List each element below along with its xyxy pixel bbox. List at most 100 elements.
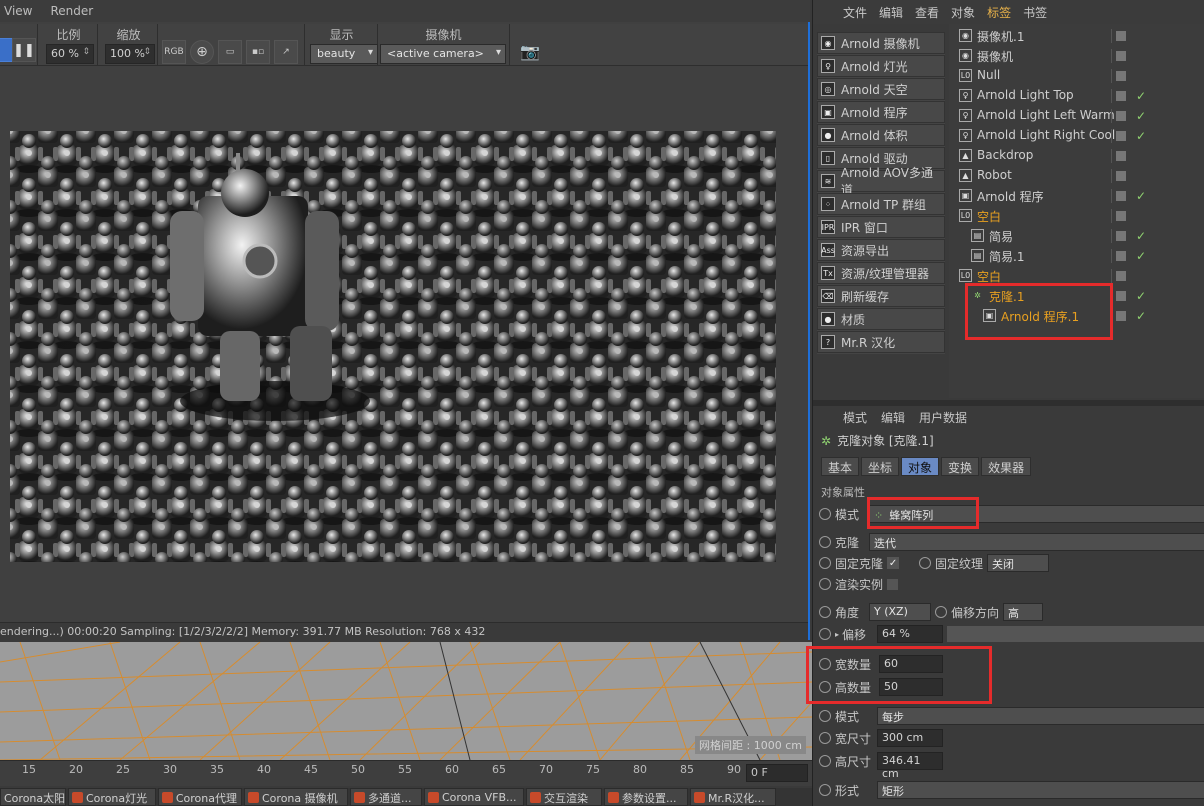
layer-swatch[interactable] <box>1116 311 1126 321</box>
arnold-item[interactable]: ? Mr.R 汉化 <box>817 331 945 353</box>
anim-radio[interactable] <box>819 606 831 618</box>
object-flags[interactable] <box>1111 69 1151 83</box>
layer-swatch[interactable] <box>1116 131 1126 141</box>
layer-swatch[interactable] <box>1116 251 1126 261</box>
task-multipass[interactable]: 多通道... <box>350 788 422 806</box>
object-flags[interactable]: ✓ <box>1111 249 1151 263</box>
tab-basic[interactable]: 基本 <box>821 457 860 476</box>
anim-radio[interactable] <box>819 784 831 796</box>
arnold-item[interactable]: IPR IPR 窗口 <box>817 216 945 238</box>
arnold-item[interactable]: ◉ Arnold 摄像机 <box>817 32 945 54</box>
fixed-texture-dropdown[interactable]: 关闭 <box>987 554 1049 572</box>
layer-swatch[interactable] <box>1116 71 1126 81</box>
task-corona-proxy[interactable]: Corona代理 <box>158 788 242 806</box>
object-flags[interactable]: ✓ <box>1111 289 1151 303</box>
layer-swatch[interactable] <box>1116 31 1126 41</box>
object-row[interactable]: ▲ Robot <box>949 166 1204 186</box>
enabled-check-icon[interactable]: ✓ <box>1136 309 1146 323</box>
object-flags[interactable]: ✓ <box>1111 109 1151 123</box>
menu-mode[interactable]: 模式 <box>843 409 867 426</box>
angle-dropdown[interactable]: Y (XZ) <box>869 603 931 621</box>
layer-swatch[interactable] <box>1116 171 1126 181</box>
object-flags[interactable] <box>1111 49 1151 63</box>
arnold-item[interactable]: ⁘ Arnold TP 群组 <box>817 193 945 215</box>
layer-swatch[interactable] <box>1116 111 1126 121</box>
layer-swatch[interactable] <box>1116 51 1126 61</box>
arnold-item[interactable]: Ass 资源导出 <box>817 239 945 261</box>
object-row[interactable]: ♀ Arnold Light Right Cool ✓ <box>949 126 1204 146</box>
arnold-item[interactable]: ◎ Arnold 天空 <box>817 78 945 100</box>
enabled-check-icon[interactable]: ✓ <box>1136 189 1146 203</box>
menu-userdata[interactable]: 用户数据 <box>919 409 967 426</box>
arnold-item[interactable]: ⌫ 刷新缓存 <box>817 285 945 307</box>
task-corona-vfb[interactable]: Corona VFB... <box>424 788 524 806</box>
menu-edit[interactable]: 编辑 <box>879 4 903 21</box>
enabled-check-icon[interactable]: ✓ <box>1136 229 1146 243</box>
tab-coord[interactable]: 坐标 <box>861 457 900 476</box>
width-size-input[interactable]: 300 cm <box>877 729 943 747</box>
render-instance-checkbox[interactable] <box>887 578 899 590</box>
enabled-check-icon[interactable]: ✓ <box>1136 289 1146 303</box>
object-flags[interactable]: ✓ <box>1111 89 1151 103</box>
region-icon[interactable]: ▭ <box>218 40 242 64</box>
anim-radio[interactable] <box>935 606 947 618</box>
task-corona-light[interactable]: Corona灯光 <box>68 788 156 806</box>
shape-dropdown[interactable]: 矩形 <box>877 781 1204 799</box>
task-corona-sun[interactable]: Corona太阳 <box>0 788 66 806</box>
arnold-item[interactable]: Tx 资源/纹理管理器 <box>817 262 945 284</box>
layer-swatch[interactable] <box>1116 91 1126 101</box>
enabled-check-icon[interactable]: ✓ <box>1136 89 1146 103</box>
rgb-button[interactable]: RGB <box>162 40 186 64</box>
layer-swatch[interactable] <box>1116 271 1126 281</box>
object-flags[interactable]: ✓ <box>1111 229 1151 243</box>
editor-viewport[interactable]: 网格间距 : 1000 cm <box>0 642 812 760</box>
menu-view[interactable]: View <box>4 4 32 18</box>
object-row[interactable]: ▲ Backdrop <box>949 146 1204 166</box>
object-flags[interactable] <box>1111 29 1151 43</box>
arnold-item[interactable]: ♀ Arnold 灯光 <box>817 55 945 77</box>
anim-radio[interactable] <box>819 732 831 744</box>
object-row[interactable]: L0 空白 <box>949 206 1204 226</box>
pause-button[interactable]: ❚❚ <box>12 38 36 62</box>
task-interactive-render[interactable]: 交互渲染 <box>526 788 602 806</box>
object-flags[interactable]: ✓ <box>1111 189 1151 203</box>
display-dropdown[interactable]: beauty <box>310 44 378 64</box>
layer-swatch[interactable] <box>1116 151 1126 161</box>
tab-effectors[interactable]: 效果器 <box>981 457 1032 476</box>
layer-swatch[interactable] <box>1116 191 1126 201</box>
arnold-item[interactable]: ≋ Arnold AOV多通道 <box>817 166 945 197</box>
menu-render[interactable]: Render <box>50 4 93 18</box>
task-mrr[interactable]: Mr.R汉化... <box>690 788 776 806</box>
object-flags[interactable] <box>1111 169 1151 183</box>
layer-swatch[interactable] <box>1116 231 1126 241</box>
menu-bookmarks[interactable]: 书签 <box>1023 4 1047 21</box>
tab-transform[interactable]: 变换 <box>941 457 980 476</box>
object-flags[interactable]: ✓ <box>1111 309 1151 323</box>
menu-tags[interactable]: 标签 <box>987 4 1011 21</box>
globe-icon[interactable]: ⊕ <box>190 40 214 64</box>
anim-radio[interactable] <box>819 557 831 569</box>
fixed-clone-checkbox[interactable]: ✓ <box>887 557 900 569</box>
arnold-item[interactable]: ● Arnold 体积 <box>817 124 945 146</box>
scale-input[interactable]: 60 % <box>46 44 94 64</box>
task-param-settings[interactable]: 参数设置... <box>604 788 688 806</box>
arnold-item[interactable]: ● 材质 <box>817 308 945 330</box>
enabled-check-icon[interactable]: ✓ <box>1136 129 1146 143</box>
clone-dropdown[interactable]: 迭代 <box>869 533 1204 551</box>
anim-radio[interactable] <box>819 628 831 640</box>
layer-swatch[interactable] <box>1116 291 1126 301</box>
object-row[interactable]: ▤ 简易.1 ✓ <box>949 246 1204 266</box>
expand-arrow-icon[interactable]: ▸ <box>835 630 839 639</box>
task-corona-camera[interactable]: Corona 摄像机 <box>244 788 348 806</box>
height-size-input[interactable]: 346.41 cm <box>877 752 943 780</box>
anim-radio[interactable] <box>819 755 831 767</box>
object-row[interactable]: ♀ Arnold Light Left Warm ✓ <box>949 106 1204 126</box>
offset-direction-dropdown[interactable]: 高 <box>1003 603 1043 621</box>
anim-radio[interactable] <box>919 557 931 569</box>
offset-input[interactable]: 64 % <box>877 625 943 643</box>
export-icon[interactable]: ↗ <box>274 40 298 64</box>
menu-view[interactable]: 查看 <box>915 4 939 21</box>
menu-file[interactable]: 文件 <box>843 4 867 21</box>
menu-object[interactable]: 对象 <box>951 4 975 21</box>
object-flags[interactable] <box>1111 149 1151 163</box>
